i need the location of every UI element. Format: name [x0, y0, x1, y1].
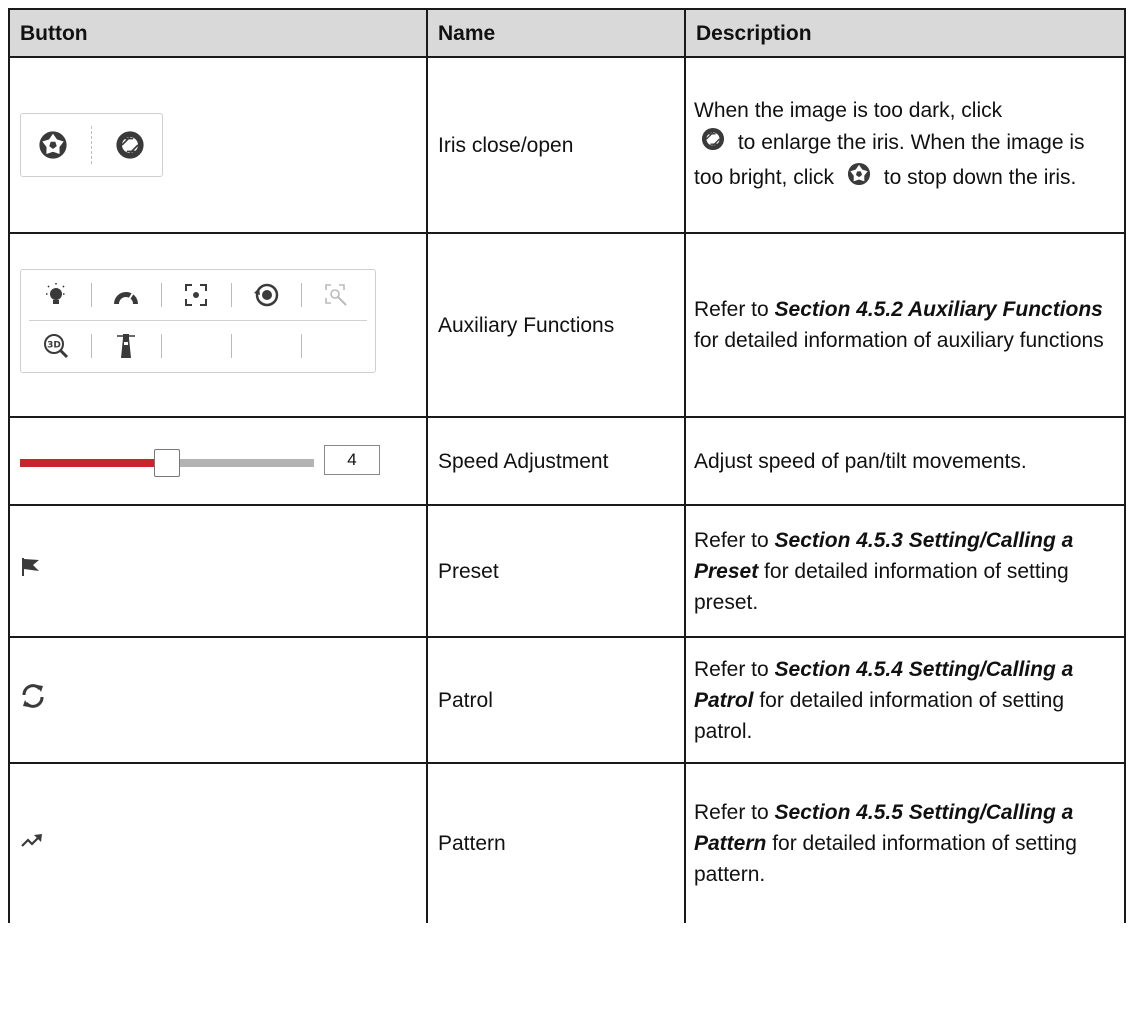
description-text: Refer to	[694, 298, 775, 321]
table-row: Patrol Refer to Section 4.5.4 Setting/Ca…	[8, 636, 1126, 764]
focus-icon[interactable]	[161, 280, 231, 310]
description-cell: Refer to Section 4.5.3 Setting/Calling a…	[684, 504, 1126, 638]
iris-close-icon[interactable]	[33, 125, 73, 165]
button-cell: 4	[8, 416, 428, 506]
speed-slider[interactable]: 4	[20, 441, 386, 481]
name-cell: Iris close/open	[426, 56, 686, 234]
light-icon[interactable]	[21, 280, 91, 310]
name-cell: Pattern	[426, 762, 686, 923]
header-description: Description	[684, 8, 1126, 58]
section-reference: Section 4.5.2 Auxiliary Functions	[774, 298, 1103, 321]
description-cell: Adjust speed of pan/tilt movements.	[684, 416, 1126, 506]
divider	[91, 126, 92, 164]
function-table: Button Name Description Iris close/open	[8, 8, 1126, 923]
wiper-icon[interactable]	[91, 280, 161, 310]
trend-arrow-icon[interactable]	[20, 832, 44, 855]
auxiliary-panel: 3D	[20, 268, 376, 373]
lighthouse-icon[interactable]	[91, 331, 161, 361]
name-cell: Preset	[426, 504, 686, 638]
empty-slot	[231, 331, 301, 361]
slider-track-filled	[20, 459, 168, 467]
button-cell	[8, 636, 428, 764]
description-text: Refer to	[694, 801, 775, 824]
3d-zoom-icon[interactable]: 3D	[21, 331, 91, 361]
button-cell	[8, 504, 428, 638]
description-text: Refer to	[694, 657, 775, 681]
iris-open-icon	[700, 126, 726, 161]
button-cell: 3D	[8, 232, 428, 418]
slider-thumb[interactable]	[154, 449, 180, 477]
refresh-icon[interactable]	[20, 683, 46, 714]
empty-slot	[301, 331, 371, 361]
iris-close-icon	[846, 161, 872, 196]
iris-open-icon[interactable]	[110, 125, 150, 165]
iris-control	[20, 113, 163, 177]
header-button: Button	[8, 8, 428, 58]
name-cell: Auxiliary Functions	[426, 232, 686, 418]
description-text: Refer to	[694, 528, 775, 552]
slider-track-empty	[168, 459, 314, 467]
button-cell	[8, 56, 428, 234]
table-row: 3D Auxiliary Functions Refer to Section …	[8, 232, 1126, 418]
button-cell	[8, 762, 428, 923]
svg-text:3D: 3D	[47, 340, 61, 350]
table-row: 4 Speed Adjustment Adjust speed of pan/t…	[8, 416, 1126, 506]
description-text: When the image is too dark, click	[694, 98, 1003, 122]
speed-value-input[interactable]: 4	[324, 445, 380, 475]
initialize-lens-icon[interactable]	[231, 280, 301, 310]
description-cell: Refer to Section 4.5.5 Setting/Calling a…	[684, 762, 1126, 923]
flag-icon[interactable]	[20, 557, 42, 583]
name-cell: Speed Adjustment	[426, 416, 686, 506]
description-text: to stop down the iris.	[883, 165, 1077, 189]
manual-tracking-icon[interactable]	[301, 280, 371, 310]
header-name: Name	[426, 8, 686, 58]
description-text: for detailed information of auxiliary fu…	[694, 329, 1104, 352]
name-cell: Patrol	[426, 636, 686, 764]
table-header-row: Button Name Description	[8, 8, 1126, 58]
table-row: Pattern Refer to Section 4.5.5 Setting/C…	[8, 762, 1126, 923]
description-cell: When the image is too dark, click to enl…	[684, 56, 1126, 234]
description-cell: Refer to Section 4.5.2 Auxiliary Functio…	[684, 232, 1126, 418]
table-row: Preset Refer to Section 4.5.3 Setting/Ca…	[8, 504, 1126, 638]
description-cell: Refer to Section 4.5.4 Setting/Calling a…	[684, 636, 1126, 764]
empty-slot	[161, 331, 231, 361]
table-row: Iris close/open When the image is too da…	[8, 56, 1126, 234]
